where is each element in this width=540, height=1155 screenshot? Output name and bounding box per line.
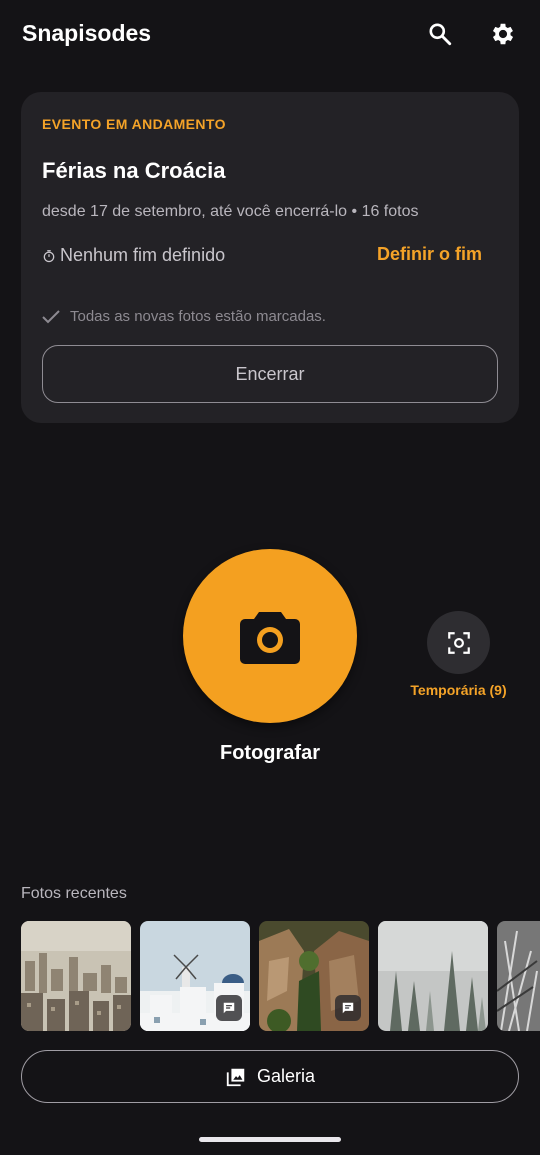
gear-icon: [492, 23, 514, 45]
set-end-button[interactable]: Definir o fim: [377, 244, 482, 265]
home-indicator[interactable]: [199, 1137, 341, 1142]
photo-thumbnail[interactable]: [140, 921, 250, 1031]
ongoing-event-card: EVENTO EM ANDAMENTO Férias na Croácia de…: [21, 92, 519, 423]
comment-icon: [223, 1002, 235, 1014]
gallery-button[interactable]: Galeria: [21, 1050, 519, 1103]
end-status: Nenhum fim definido: [42, 245, 225, 266]
foggy-forest-photo: [378, 921, 488, 1031]
gallery-label: Galeria: [256, 1066, 316, 1086]
gallery-icon: [225, 1066, 247, 1088]
event-status-label: EVENTO EM ANDAMENTO: [42, 116, 226, 132]
focus-scan-icon: [447, 631, 470, 654]
close-event-button[interactable]: Encerrar: [42, 345, 498, 403]
comment-icon: [342, 1002, 354, 1014]
search-button[interactable]: [420, 14, 460, 54]
end-status-text: Nenhum fim definido: [60, 245, 226, 265]
settings-button[interactable]: [483, 14, 523, 54]
temporary-photos-button[interactable]: [427, 611, 490, 674]
capture-button[interactable]: [183, 549, 357, 723]
tag-note: Todas as novas fotos estão marcadas.: [42, 308, 326, 325]
event-end-row: Nenhum fim definido Definir o fim: [42, 244, 498, 268]
timer-icon: [42, 249, 56, 263]
event-meta: desde 17 de setembro, até você encerrá-l…: [42, 203, 419, 220]
recent-photos-title: Fotos recentes: [21, 885, 127, 902]
photo-thumbnail[interactable]: [259, 921, 369, 1031]
event-title: Férias na Croácia: [42, 158, 226, 183]
camera-icon: [240, 612, 300, 664]
recent-photos-strip[interactable]: [21, 921, 540, 1031]
photo-thumbnail[interactable]: [497, 921, 540, 1031]
temporary-photos-label: Temporária (9): [410, 682, 507, 698]
photo-thumbnail[interactable]: [21, 921, 131, 1031]
app-title: Snapisodes: [22, 20, 152, 46]
capture-label: Fotografar: [220, 742, 320, 764]
check-icon: [42, 309, 60, 324]
city-aerial-photo: [21, 921, 131, 1031]
comment-badge: [335, 995, 361, 1021]
dry-grass-photo: [497, 921, 540, 1031]
tag-note-text: Todas as novas fotos estão marcadas.: [70, 308, 326, 325]
search-icon: [429, 23, 452, 46]
app-bar: Snapisodes: [0, 0, 540, 68]
comment-badge: [216, 995, 242, 1021]
photo-thumbnail[interactable]: [378, 921, 488, 1031]
